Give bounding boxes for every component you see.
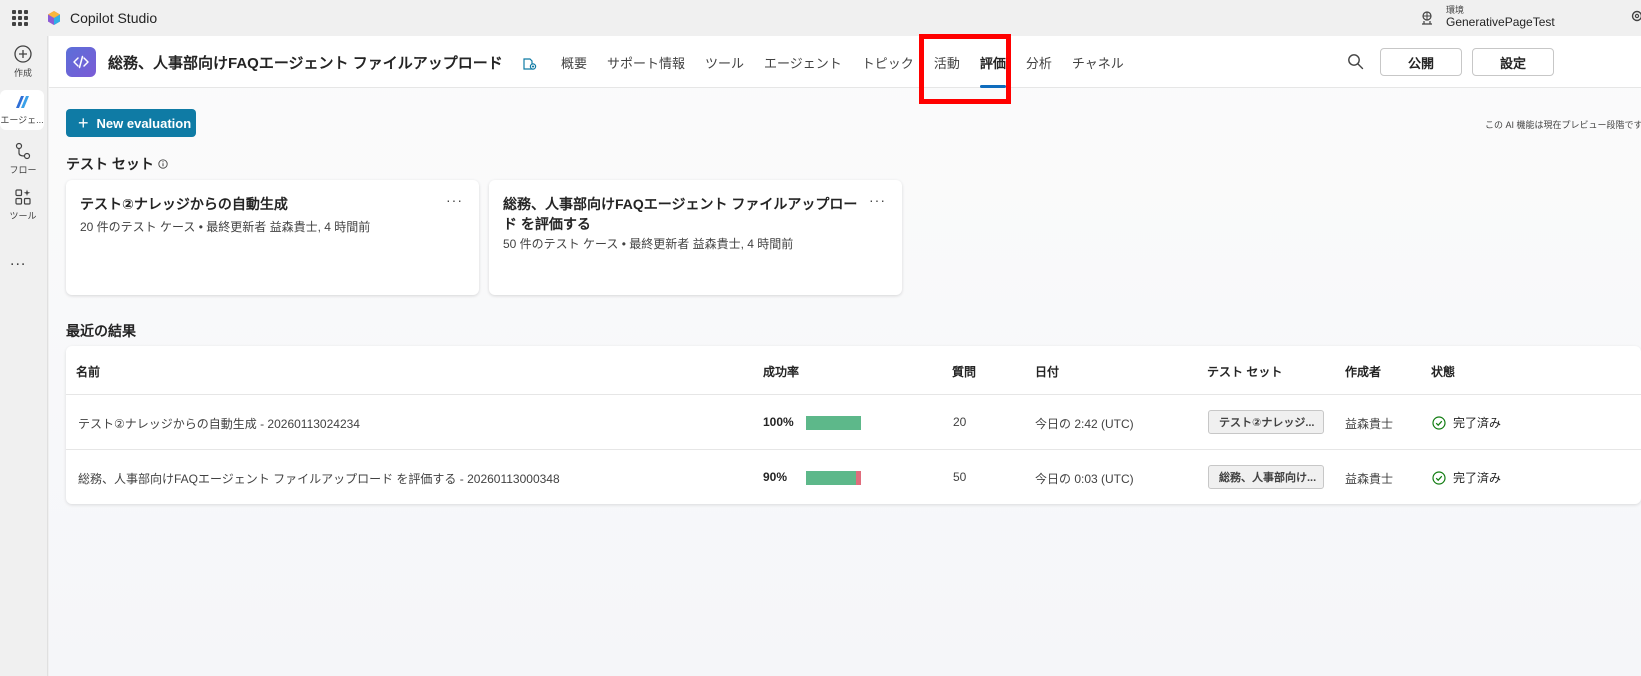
test-set-tag[interactable]: テスト②ナレッジ... bbox=[1208, 410, 1324, 434]
results-table: 名前 成功率 質問 日付 テスト セット 作成者 状態 テスト②ナレッジからの自… bbox=[66, 346, 1641, 504]
card-more-button[interactable]: ··· bbox=[869, 192, 886, 208]
result-name[interactable]: 総務、人事部向けFAQエージェント ファイルアップロード を評価する - 202… bbox=[78, 470, 560, 487]
check-circle-icon bbox=[1432, 415, 1446, 430]
check-circle-icon bbox=[1432, 470, 1446, 485]
rail-label-create: 作成 bbox=[13, 68, 32, 78]
tab-topics[interactable]: トピック bbox=[852, 36, 924, 88]
tab-knowledge[interactable]: サポート情報 bbox=[597, 36, 695, 88]
result-author: 益森貴士 bbox=[1345, 472, 1394, 486]
success-rate-bar bbox=[806, 416, 861, 430]
tools-icon bbox=[15, 189, 31, 205]
test-set-card-title: テスト②ナレッジからの自動生成 bbox=[80, 196, 288, 212]
question-count: 50 bbox=[953, 470, 967, 484]
column-header-status[interactable]: 状態 bbox=[1431, 363, 1455, 380]
tab-agents[interactable]: エージェント bbox=[754, 36, 852, 88]
column-header-name[interactable]: 名前 bbox=[76, 363, 100, 380]
tab-tools[interactable]: ツール bbox=[695, 36, 754, 88]
test-set-card-subtitle: 50 件のテスト ケース • 最終更新者 益森貴士, 4 時間前 bbox=[503, 237, 794, 251]
result-name[interactable]: テスト②ナレッジからの自動生成 - 20260113024234 bbox=[78, 415, 360, 432]
tab-overview[interactable]: 概要 bbox=[551, 36, 597, 88]
rail-label-flows: フロー bbox=[9, 165, 37, 175]
plus-icon: + bbox=[78, 113, 89, 133]
column-header-success-rate[interactable]: 成功率 bbox=[763, 363, 799, 380]
top-bar: Copilot Studio 環境 GenerativePageTest bbox=[0, 0, 1641, 36]
test-set-card-subtitle: 20 件のテスト ケース • 最終更新者 益森貴士, 4 時間前 bbox=[80, 220, 371, 234]
column-header-author[interactable]: 作成者 bbox=[1345, 363, 1381, 380]
tab-analytics[interactable]: 分析 bbox=[1016, 36, 1062, 88]
rail-item-tools[interactable]: ツール bbox=[0, 188, 46, 222]
publish-button[interactable]: 公開 bbox=[1380, 48, 1462, 76]
environment-picker[interactable]: 環境 GenerativePageTest bbox=[1420, 0, 1555, 36]
tab-channels[interactable]: チャネル bbox=[1062, 36, 1134, 88]
column-header-date[interactable]: 日付 bbox=[1035, 363, 1059, 380]
status-text: 完了済み bbox=[1453, 471, 1502, 485]
card-more-button[interactable]: ··· bbox=[446, 192, 463, 208]
rail-item-agents[interactable]: エージェ... bbox=[0, 90, 44, 130]
highlight-box bbox=[919, 34, 1011, 104]
flow-icon bbox=[15, 142, 31, 160]
environment-name: GenerativePageTest bbox=[1446, 15, 1555, 30]
rail-item-flows[interactable]: フロー bbox=[0, 142, 46, 176]
test-set-card[interactable]: 総務、人事部向けFAQエージェント ファイルアップロード を評価する ··· 5… bbox=[489, 180, 902, 295]
success-segment bbox=[806, 471, 856, 485]
column-header-questions[interactable]: 質問 bbox=[952, 363, 976, 380]
column-header-test-set[interactable]: テスト セット bbox=[1207, 363, 1282, 380]
agent-title: 総務、人事部向けFAQエージェント ファイルアップロード bbox=[108, 55, 503, 72]
success-rate-bar bbox=[806, 471, 861, 485]
result-date: 今日の 0:03 (UTC) bbox=[1035, 472, 1134, 486]
main-content: 総務、人事部向けFAQエージェント ファイルアップロード 概要 サポート情報 ツ… bbox=[49, 34, 1641, 676]
share-icon[interactable] bbox=[521, 55, 537, 71]
settings-button[interactable]: 設定 bbox=[1472, 48, 1554, 76]
status-badge: 完了済み bbox=[1432, 414, 1501, 431]
new-evaluation-button[interactable]: + New evaluation bbox=[66, 109, 196, 137]
plus-circle-icon bbox=[14, 45, 32, 63]
recent-results-title: 最近の結果 bbox=[66, 323, 136, 339]
recent-results-heading: 最近の結果 bbox=[66, 321, 136, 341]
agent-header: 総務、人事部向けFAQエージェント ファイルアップロード 概要 サポート情報 ツ… bbox=[49, 36, 1641, 88]
test-sets-heading: テスト セット bbox=[66, 154, 168, 174]
tab-bar: 概要 サポート情報 ツール エージェント トピック 活動 評価 分析 チャネル bbox=[551, 36, 1134, 88]
rail-label-tools: ツール bbox=[9, 211, 37, 221]
code-icon bbox=[73, 55, 89, 69]
agent-icon bbox=[16, 96, 29, 108]
table-row[interactable]: 総務、人事部向けFAQエージェント ファイルアップロード を評価する - 202… bbox=[66, 449, 1641, 503]
question-count: 20 bbox=[953, 415, 967, 429]
rail-item-create[interactable]: 作成 bbox=[0, 45, 46, 79]
left-rail: 作成 エージェ... フロー ツール ... bbox=[0, 36, 48, 676]
result-date: 今日の 2:42 (UTC) bbox=[1035, 417, 1134, 431]
environment-icon bbox=[1422, 11, 1432, 25]
table-row[interactable]: テスト②ナレッジからの自動生成 - 20260113024234 100% 20… bbox=[66, 394, 1641, 448]
test-set-card-title: 総務、人事部向けFAQエージェント ファイルアップロード を評価する bbox=[503, 196, 858, 232]
success-rate: 100% bbox=[763, 415, 794, 429]
gear-icon[interactable] bbox=[1630, 9, 1641, 23]
test-sets-title: テスト セット bbox=[66, 156, 154, 172]
new-evaluation-label: New evaluation bbox=[96, 115, 192, 131]
rail-label-agents: エージェ... bbox=[0, 115, 44, 125]
result-author: 益森貴士 bbox=[1345, 417, 1394, 431]
copilot-logo-icon bbox=[48, 11, 60, 25]
test-set-tag[interactable]: 総務、人事部向け... bbox=[1208, 465, 1324, 489]
test-set-card[interactable]: テスト②ナレッジからの自動生成 ··· 20 件のテスト ケース • 最終更新者… bbox=[66, 180, 479, 295]
success-segment bbox=[806, 416, 861, 430]
app-launcher-icon[interactable] bbox=[12, 10, 28, 26]
preview-note: この AI 機能は現在プレビュー段階です bbox=[1485, 120, 1641, 130]
status-text: 完了済み bbox=[1453, 416, 1502, 430]
agent-avatar bbox=[66, 47, 96, 77]
success-rate: 90% bbox=[763, 470, 788, 484]
app-name: Copilot Studio bbox=[70, 10, 158, 26]
rail-more-button[interactable]: ... bbox=[10, 252, 26, 270]
status-badge: 完了済み bbox=[1432, 469, 1501, 486]
info-icon[interactable] bbox=[158, 159, 168, 169]
failure-segment bbox=[856, 471, 861, 485]
search-icon[interactable] bbox=[1347, 53, 1364, 70]
